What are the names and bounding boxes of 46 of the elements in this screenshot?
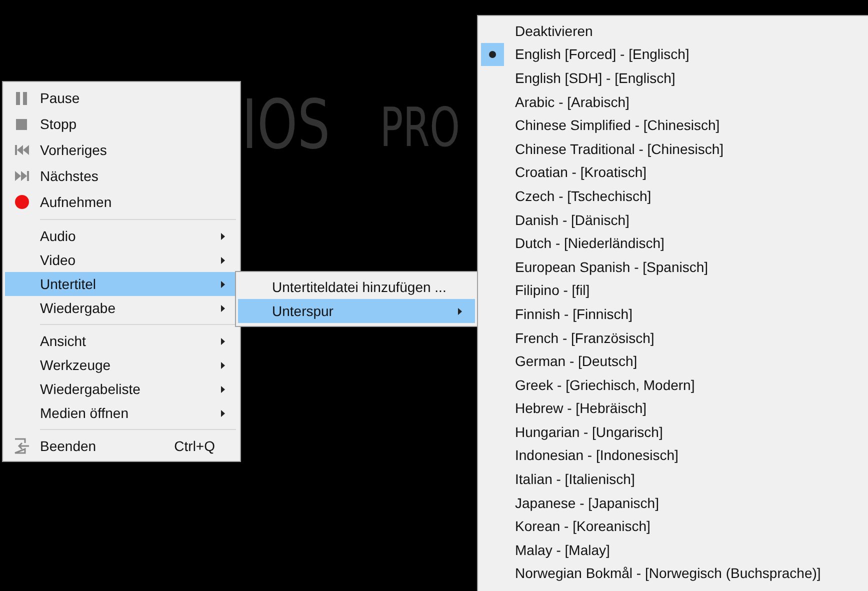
menu-item[interactable]: Greek - [Griechisch, Modern] [480, 372, 868, 396]
menu-item[interactable]: Korean - [Koreanisch] [480, 514, 868, 538]
menu-item[interactable]: Finnish - [Finnisch] [480, 302, 868, 326]
stop-icon [16, 118, 27, 130]
next-icon [14, 171, 28, 181]
menu-item[interactable]: Pause [5, 85, 238, 111]
menu-item[interactable]: Arabic - [Arabisch] [480, 90, 868, 114]
menu-item[interactable]: Indonesian - [Indonesisch] [480, 444, 868, 468]
menu-item[interactable]: Nächstes [5, 163, 238, 189]
menu-item[interactable]: Hungarian - [Ungarisch] [480, 420, 868, 444]
pause-icon [16, 92, 28, 104]
menu-item[interactable]: French - [Französisch] [480, 326, 868, 350]
menu-item[interactable]: German - [Deutsch] [480, 349, 868, 373]
menu-item[interactable]: Vorheriges [5, 137, 238, 163]
menu-item[interactable]: Untertiteldatei hinzufügen ... [238, 275, 475, 299]
exit-icon [14, 438, 30, 454]
menu-item[interactable]: Malay - [Malay] [480, 538, 868, 562]
menu-item[interactable]: European Spanish - [Spanisch] [480, 254, 868, 279]
menu-item[interactable]: Croatian - [Kroatisch] [480, 160, 868, 184]
record-icon [14, 195, 28, 209]
menu-item[interactable]: Italian - [Italienisch] [480, 467, 868, 491]
menu-item[interactable]: Japanese - [Japanisch] [480, 490, 868, 514]
menu-item[interactable]: Chinese Simplified - [Chinesisch] [480, 113, 868, 137]
menu-item[interactable]: Stopp [5, 111, 238, 137]
menu-item[interactable]: English [SDH] - [Englisch] [480, 66, 868, 90]
menu-item[interactable]: Danish - [Dänisch] [480, 208, 868, 232]
menu-item[interactable]: Wiedergabeliste [5, 377, 238, 401]
menu-item[interactable]: Ansicht [5, 329, 238, 353]
menu-item[interactable]: Video [5, 248, 238, 272]
menu-item[interactable]: Wiedergabe [5, 296, 238, 320]
menu-item[interactable]: Deaktivieren [480, 19, 868, 43]
menu-item[interactable]: Medien öffnen [5, 401, 238, 425]
menu-item[interactable]: Czech - [Tschechisch] [480, 184, 868, 208]
menu-item[interactable]: Aufnehmen [5, 189, 238, 215]
menu-item[interactable]: Hebrew - [Hebräisch] [480, 396, 868, 420]
menu-item[interactable]: Beenden Ctrl+Q [5, 434, 238, 458]
menu-item[interactable]: Filipino - [fil] [480, 278, 868, 302]
menu-item[interactable]: Unterspur [238, 299, 475, 323]
menu-item[interactable]: Werkzeuge [5, 353, 238, 377]
menu-item[interactable]: Untertitel [5, 272, 238, 296]
previous-icon [14, 145, 28, 155]
menu-item[interactable]: Chinese Traditional - [Chinesisch] [480, 136, 868, 161]
menu-item[interactable]: Norwegian Bokmål - [Norwegisch (Buchsprache)] [480, 562, 868, 586]
menu-item[interactable]: Audio [5, 224, 238, 248]
menu-item[interactable]: Dutch - [Niederländisch] [480, 231, 868, 255]
menu-item[interactable]: English [Forced] - [Englisch] [480, 42, 868, 66]
